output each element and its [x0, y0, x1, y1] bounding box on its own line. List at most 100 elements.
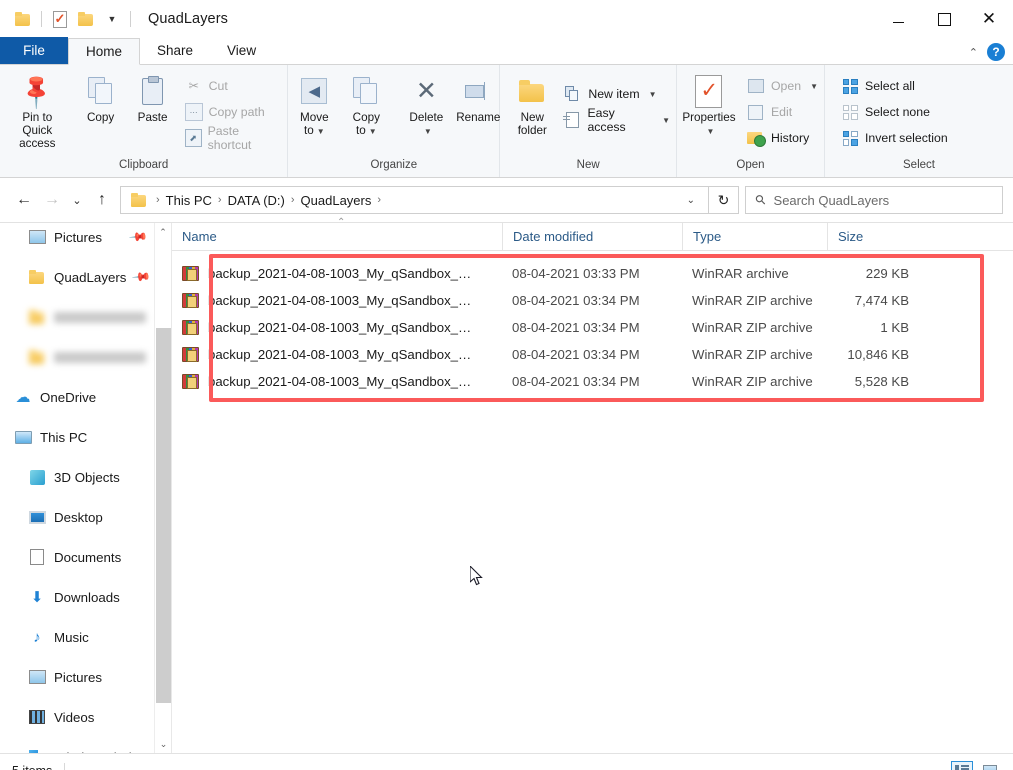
sidebar-item-this-pc[interactable]: This PC [0, 417, 154, 457]
cut-button[interactable]: ✂ Cut [179, 73, 288, 99]
pin-icon[interactable]: 📌 [128, 227, 148, 247]
folder-icon [28, 308, 46, 326]
select-all-button[interactable]: Select all [835, 73, 954, 99]
paste-shortcut-button[interactable]: ⬈ Paste shortcut [179, 124, 288, 152]
file-name-cell[interactable]: backup_2021-04-08-1003_My_qSandbox_… [172, 374, 502, 389]
column-header-date-modified[interactable]: Date modified [502, 223, 682, 250]
minimize-button[interactable] [875, 0, 921, 38]
file-type-cell: WinRAR ZIP archive [692, 293, 813, 308]
copy-path-label: Copy path [208, 105, 265, 119]
tab-home[interactable]: Home [68, 38, 141, 65]
copy-button[interactable]: Copy [75, 71, 127, 124]
edit-button[interactable]: Edit [741, 99, 824, 125]
sidebar-item-3d-objects[interactable]: 3D Objects [0, 457, 154, 497]
table-row[interactable]: backup_2021-04-08-1003_My_qSandbox_… 08-… [172, 314, 1013, 341]
file-name-cell[interactable]: backup_2021-04-08-1003_My_qSandbox_… [172, 320, 502, 335]
tab-file[interactable]: File [0, 37, 68, 64]
history-button[interactable]: History [741, 125, 824, 151]
copy-to-caret-icon[interactable]: ▼ [369, 127, 377, 136]
file-name-text: backup_2021-04-08-1003_My_qSandbox_… [208, 293, 472, 308]
file-size-cell: 1 KB [880, 320, 909, 335]
open-caret-icon[interactable]: ▼ [810, 82, 818, 91]
recent-locations-button[interactable]: ⌄ [66, 186, 88, 214]
sidebar-label-redacted-1 [54, 311, 146, 323]
sidebar-label-pictures-2: Pictures [54, 669, 103, 685]
sidebar-item-pictures-quick[interactable]: Pictures 📌 [0, 223, 154, 257]
tab-view[interactable]: View [210, 37, 273, 64]
sidebar-scrollbar[interactable]: ⌃ ⌄ [154, 223, 171, 753]
qat-new-folder-icon[interactable] [73, 6, 99, 32]
sidebar-item-music[interactable]: ♪ Music [0, 617, 154, 657]
sidebar-item-pictures[interactable]: Pictures [0, 657, 154, 697]
select-none-button[interactable]: Select none [835, 99, 954, 125]
details-view-button[interactable] [951, 761, 973, 770]
column-header-size[interactable]: Size [827, 223, 927, 250]
sidebar-item-downloads[interactable]: ⬇ Downloads [0, 577, 154, 617]
refresh-button[interactable]: ↻ [709, 186, 739, 214]
move-to-caret-icon[interactable]: ▼ [317, 127, 325, 136]
table-row[interactable]: backup_2021-04-08-1003_My_qSandbox_… 08-… [172, 341, 1013, 368]
qat-customize-caret-icon[interactable]: ▼ [99, 6, 125, 32]
scissors-icon: ✂ [188, 79, 199, 93]
sidebar-item-redacted-1[interactable] [0, 297, 154, 337]
column-header-type[interactable]: Type [682, 223, 827, 250]
column-header-name[interactable]: ⌃ Name [172, 217, 502, 250]
new-item-button[interactable]: New item ▼ [558, 81, 676, 107]
scroll-up-icon[interactable]: ⌃ [155, 223, 171, 241]
back-button[interactable]: ← [10, 186, 38, 214]
sidebar-item-desktop[interactable]: Desktop [0, 497, 154, 537]
open-button[interactable]: Open ▼ [741, 73, 824, 99]
invert-selection-button[interactable]: Invert selection [835, 125, 954, 151]
collapse-ribbon-icon[interactable]: ⌃ [969, 46, 978, 59]
address-dropdown-icon[interactable]: ⌄ [680, 195, 702, 206]
help-icon[interactable]: ? [987, 43, 1005, 61]
file-name-cell[interactable]: backup_2021-04-08-1003_My_qSandbox_… [172, 293, 502, 308]
qat-properties-icon[interactable]: ✓ [47, 6, 73, 32]
sidebar-item-videos[interactable]: Videos [0, 697, 154, 737]
forward-button[interactable]: → [38, 186, 66, 214]
close-button[interactable]: ✕ [967, 0, 1013, 38]
move-to-button[interactable]: ◀ Move to ▼ [288, 71, 340, 138]
sidebar-item-quadlayers[interactable]: QuadLayers 📌 [0, 257, 154, 297]
scroll-down-icon[interactable]: ⌄ [155, 735, 171, 753]
breadcrumb-quadlayers[interactable]: QuadLayers [295, 193, 378, 208]
maximize-button[interactable] [921, 0, 967, 38]
paste-button[interactable]: Paste [127, 71, 179, 124]
file-name-cell[interactable]: backup_2021-04-08-1003_My_qSandbox_… [172, 347, 502, 362]
table-row[interactable]: backup_2021-04-08-1003_My_qSandbox_… 08-… [172, 368, 1013, 395]
table-row[interactable]: backup_2021-04-08-1003_My_qSandbox_… 08-… [172, 287, 1013, 314]
breadcrumb[interactable]: › This PC › DATA (D:) › QuadLayers › ⌄ [120, 186, 709, 214]
qat-folder-icon[interactable] [10, 6, 36, 32]
file-name-cell[interactable]: backup_2021-04-08-1003_My_qSandbox_… [172, 266, 502, 281]
scrollbar-thumb[interactable] [156, 328, 171, 703]
breadcrumb-this-pc[interactable]: This PC [160, 193, 218, 208]
search-box[interactable]: ⚲ Search QuadLayers [745, 186, 1003, 214]
up-button[interactable]: ↑ [88, 186, 116, 214]
sidebar-item-redacted-2[interactable] [0, 337, 154, 377]
sidebar-label-quadlayers: QuadLayers [54, 269, 127, 285]
easy-access-caret-icon[interactable]: ▼ [662, 116, 670, 125]
sidebar-item-windows-c[interactable]: Windows (C:) [0, 737, 154, 753]
organize-group-label: Organize [370, 159, 418, 171]
sidebar-item-onedrive[interactable]: ☁ OneDrive [0, 377, 154, 417]
easy-access-button[interactable]: Easy access ▼ [558, 106, 676, 134]
thumbnail-view-button[interactable] [979, 761, 1001, 770]
qat-divider-2 [130, 11, 131, 27]
properties-button[interactable]: ✓ Properties ▼ [677, 71, 741, 138]
copy-to-button[interactable]: Copy to ▼ [340, 71, 392, 138]
pin-icon[interactable]: 📌 [132, 267, 152, 287]
select-commands: Select all Select none Invert selection [835, 71, 954, 151]
pin-to-quick-access-button[interactable]: 📌 Pin to Quick access [0, 71, 75, 150]
table-row[interactable]: backup_2021-04-08-1003_My_qSandbox_… 08-… [172, 260, 1013, 287]
sidebar-item-documents[interactable]: Documents [0, 537, 154, 577]
breadcrumb-data-d[interactable]: DATA (D:) [222, 193, 291, 208]
tab-share[interactable]: Share [140, 37, 210, 64]
properties-caret-icon[interactable]: ▼ [707, 127, 715, 136]
delete-button[interactable]: ✕ Delete ▼ [400, 71, 452, 138]
rename-button[interactable]: Rename [452, 71, 504, 124]
new-item-caret-icon[interactable]: ▼ [649, 90, 657, 99]
delete-caret-icon[interactable]: ▼ [424, 127, 432, 136]
file-explorer-window: ✓ ▼ QuadLayers ✕ File Home Share View ⌃ … [0, 0, 1013, 770]
new-folder-button[interactable]: New folder [506, 71, 558, 137]
copy-path-button[interactable]: ⋯ Copy path [179, 99, 288, 125]
